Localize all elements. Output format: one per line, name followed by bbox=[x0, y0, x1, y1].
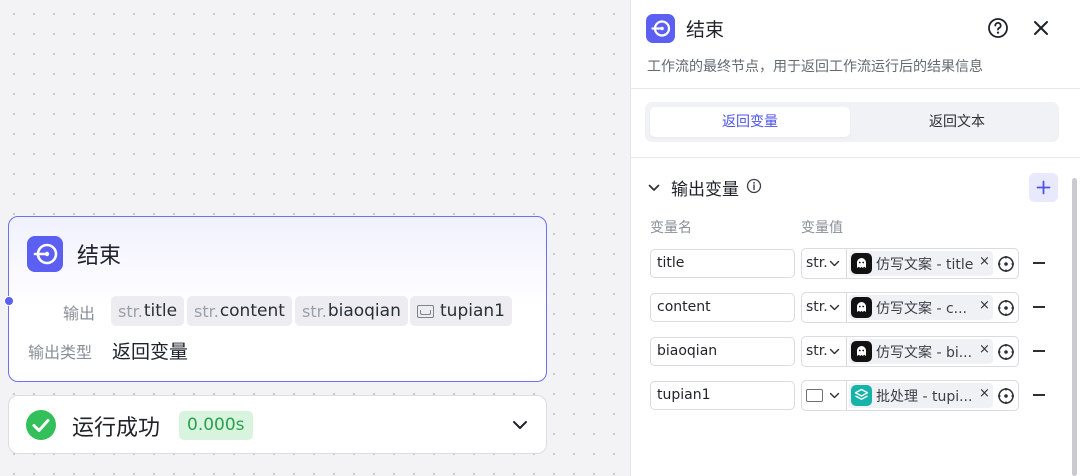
close-icon[interactable] bbox=[1031, 18, 1051, 38]
run-time-badge: 0.000s bbox=[179, 411, 253, 440]
variable-reference-tag: 批处理 - tupi... × bbox=[849, 383, 993, 408]
remove-variable-button[interactable] bbox=[1033, 394, 1045, 396]
ghost-app-icon bbox=[851, 253, 872, 274]
plus-icon bbox=[1036, 180, 1051, 195]
remove-reference-icon[interactable]: × bbox=[979, 342, 990, 357]
variable-name-input[interactable]: content bbox=[650, 293, 795, 322]
target-icon[interactable] bbox=[997, 343, 1015, 361]
target-icon[interactable] bbox=[997, 299, 1015, 317]
variable-name-input[interactable]: biaoqian bbox=[650, 337, 795, 366]
variable-reference-tag: 仿写文案 - c... × bbox=[849, 295, 993, 320]
variable-value-selector: str. 仿写文案 - title × bbox=[801, 248, 1019, 279]
tab-return-text[interactable]: 返回文本 bbox=[857, 107, 1057, 137]
add-variable-button[interactable] bbox=[1029, 173, 1058, 202]
reference-label: 批处理 - tupi... bbox=[876, 389, 973, 405]
section-title: 输出变量 bbox=[671, 180, 739, 200]
ghost-app-icon bbox=[851, 297, 872, 318]
info-icon[interactable] bbox=[746, 178, 762, 194]
output-chip-content: str. content bbox=[187, 296, 292, 326]
variable-value-selector: str. 仿写文案 - bi... × bbox=[801, 336, 1019, 367]
variable-type-select[interactable]: str. bbox=[806, 299, 828, 315]
panel-title: 结束 bbox=[686, 19, 725, 41]
divider bbox=[631, 88, 1080, 89]
tab-return-variables[interactable]: 返回变量 bbox=[650, 107, 850, 137]
chevron-down-icon[interactable] bbox=[829, 346, 840, 357]
variable-type-select[interactable]: str. bbox=[806, 255, 828, 271]
chip-type-prefix: str. bbox=[194, 301, 219, 321]
reference-label: 仿写文案 - bi... bbox=[876, 345, 973, 361]
chip-type-prefix: str. bbox=[302, 301, 327, 321]
panel-scrollbar[interactable] bbox=[1072, 178, 1077, 476]
variable-name-input[interactable]: title bbox=[650, 249, 795, 278]
remove-variable-button[interactable] bbox=[1033, 262, 1045, 264]
chip-name: tupian1 bbox=[440, 301, 505, 321]
run-status-text: 运行成功 bbox=[72, 416, 161, 441]
output-chip-biaoqian: str. biaoqian bbox=[295, 296, 408, 326]
chip-type-prefix: str. bbox=[118, 301, 143, 321]
target-icon[interactable] bbox=[997, 255, 1015, 273]
variable-value-selector: 批处理 - tupi... × bbox=[801, 380, 1019, 411]
output-chip-tupian1: tupian1 bbox=[410, 296, 512, 326]
variable-name-input[interactable]: tupian1 bbox=[650, 381, 795, 410]
end-node-icon bbox=[27, 236, 63, 272]
node-title: 结束 bbox=[77, 244, 122, 269]
ghost-app-icon bbox=[851, 341, 872, 362]
divider bbox=[846, 337, 847, 366]
variable-reference-tag: 仿写文案 - bi... × bbox=[849, 339, 993, 364]
divider bbox=[631, 157, 1080, 158]
target-icon[interactable] bbox=[997, 387, 1015, 405]
help-icon[interactable] bbox=[987, 17, 1009, 39]
reference-label: 仿写文案 - c... bbox=[876, 301, 967, 317]
reference-label: 仿写文案 - title bbox=[876, 257, 974, 273]
end-node-card[interactable]: 结束 输出 str. title str. content str. biaoq… bbox=[4, 216, 547, 382]
column-header-value: 变量值 bbox=[801, 220, 843, 236]
column-header-name: 变量名 bbox=[650, 220, 692, 236]
remove-variable-button[interactable] bbox=[1033, 350, 1045, 352]
chip-name: content bbox=[219, 301, 285, 321]
variable-value-selector: str. 仿写文案 - c... × bbox=[801, 292, 1019, 323]
remove-reference-icon[interactable]: × bbox=[979, 254, 990, 269]
remove-reference-icon[interactable]: × bbox=[979, 386, 990, 401]
divider bbox=[846, 249, 847, 278]
chevron-down-icon[interactable] bbox=[829, 302, 840, 313]
check-circle-icon bbox=[26, 410, 56, 440]
chevron-down-icon[interactable] bbox=[511, 416, 529, 434]
panel-description: 工作流的最终节点，用于返回工作流运行后的结果信息 bbox=[647, 59, 983, 75]
remove-reference-icon[interactable]: × bbox=[979, 298, 990, 313]
divider bbox=[846, 381, 847, 410]
image-icon bbox=[417, 304, 434, 318]
chevron-down-icon[interactable] bbox=[829, 390, 840, 401]
chip-name: biaoqian bbox=[327, 301, 401, 321]
output-type-label: 输出类型 bbox=[28, 343, 93, 362]
variable-reference-tag: 仿写文案 - title × bbox=[849, 251, 993, 276]
node-config-panel: 结束 工作流的最终节点，用于返回工作流运行后的结果信息 返回变量 返回文本 输出… bbox=[630, 0, 1080, 476]
chevron-down-icon[interactable] bbox=[829, 258, 840, 269]
image-icon[interactable] bbox=[806, 389, 823, 402]
remove-variable-button[interactable] bbox=[1033, 306, 1045, 308]
input-port[interactable] bbox=[4, 296, 14, 306]
output-mode-tabs: 返回变量 返回文本 bbox=[645, 102, 1059, 142]
chevron-down-icon[interactable] bbox=[647, 180, 661, 194]
layers-icon bbox=[851, 385, 872, 406]
chip-name: title bbox=[143, 301, 178, 321]
end-node-icon bbox=[646, 14, 675, 43]
output-type-value: 返回变量 bbox=[112, 341, 189, 363]
divider bbox=[846, 293, 847, 322]
output-chip-title: str. title bbox=[111, 296, 185, 326]
variable-type-select[interactable]: str. bbox=[806, 343, 828, 359]
run-status-bar[interactable]: 运行成功 0.000s bbox=[8, 395, 547, 454]
output-label: 输出 bbox=[63, 304, 96, 323]
